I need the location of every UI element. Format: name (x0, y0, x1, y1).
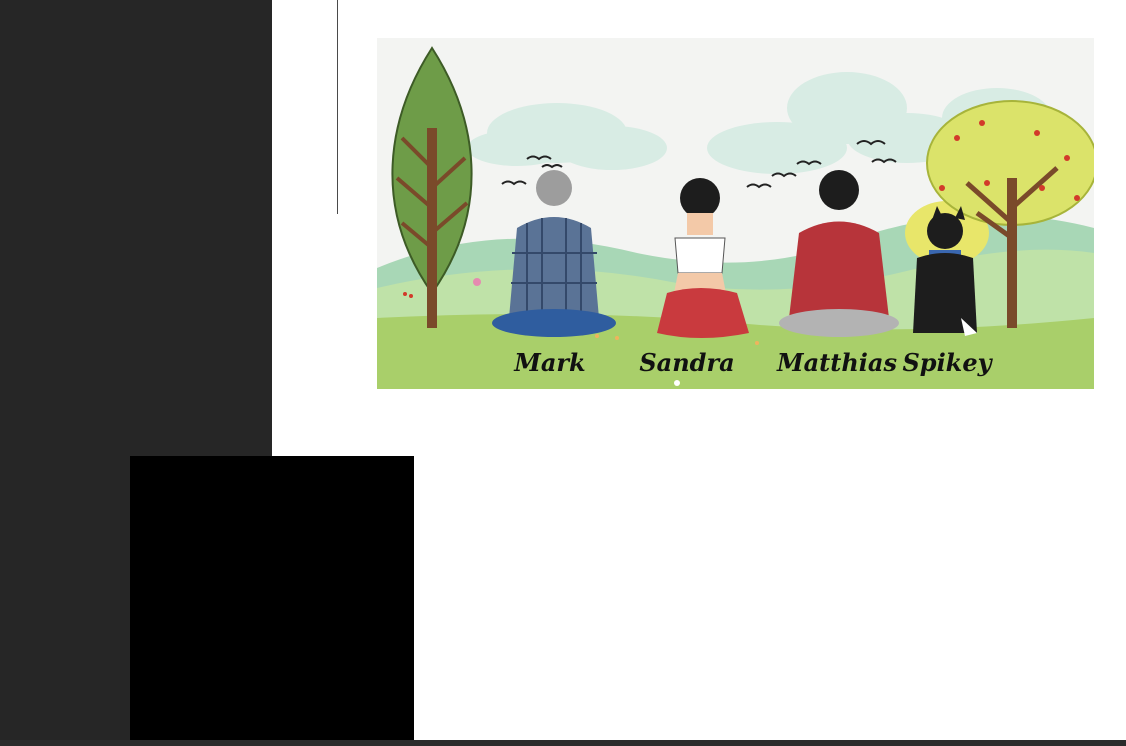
name-matthias: Matthias (776, 348, 897, 377)
bottom-bar (0, 740, 1126, 746)
vertical-divider (337, 0, 338, 214)
name-spikey: Spikey (902, 348, 993, 377)
name-mark: Mark (513, 348, 585, 377)
black-overlay-box (130, 456, 414, 740)
name-sandra: Sandra (639, 348, 734, 377)
family-illustration: Mark Sandra Matthias Spikey (377, 38, 1094, 389)
